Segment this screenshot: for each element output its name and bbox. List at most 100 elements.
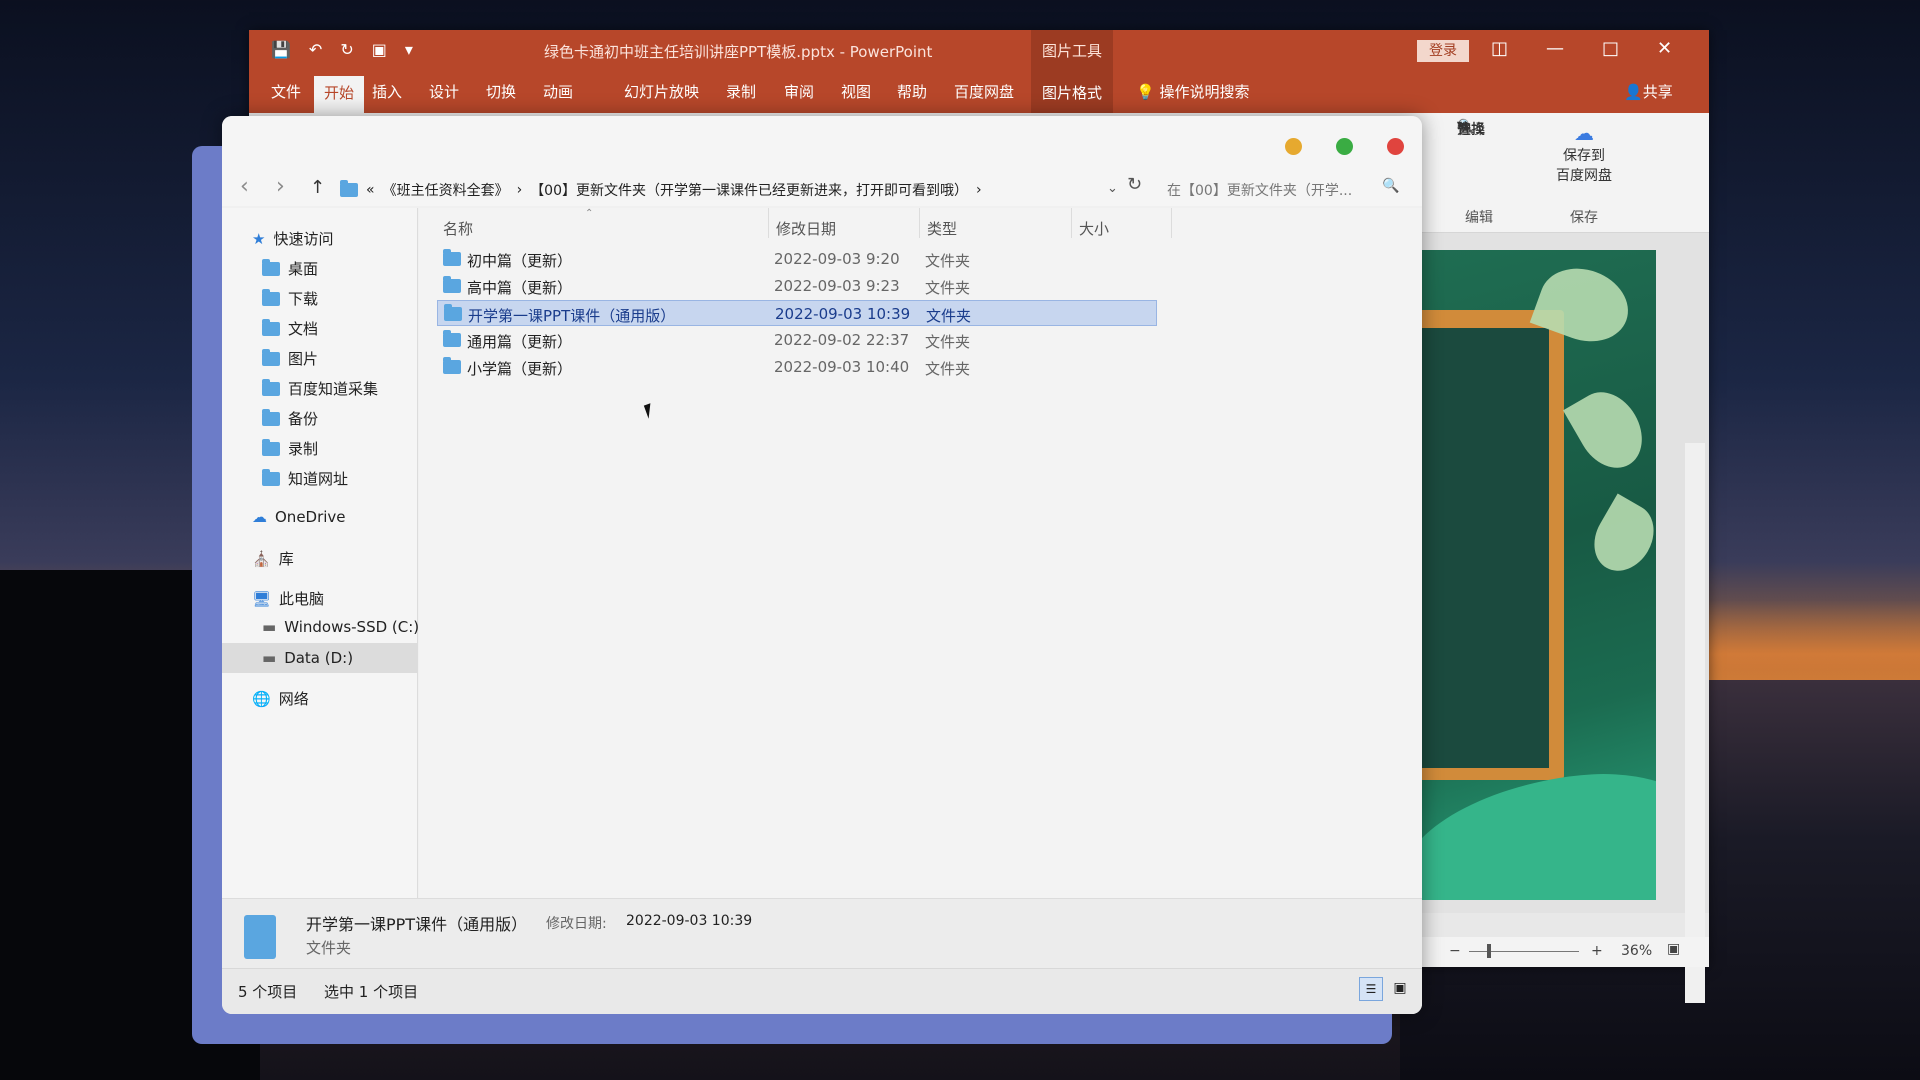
presenter-icon[interactable]: ▣: [372, 40, 387, 59]
details-date: 2022-09-03 10:39: [626, 913, 753, 929]
explorer-statusbar: 5 个项目 选中 1 个项目 ☰ ▣: [222, 968, 1422, 1014]
tab-slideshow[interactable]: 幻灯片放映: [624, 81, 699, 102]
select-button[interactable]: ↖ 选择 ▾: [1457, 115, 1920, 143]
save-to-baidu-button[interactable]: ☁ 保存到 百度网盘: [1544, 115, 1624, 185]
cloud-icon: ☁: [252, 508, 267, 526]
sidebar-item-drive-c[interactable]: ▬ Windows-SSD (C:): [262, 618, 419, 636]
zoom-slider-thumb[interactable]: [1487, 944, 1491, 958]
redo-icon[interactable]: ↻: [340, 40, 353, 59]
sidebar-item-recording[interactable]: 录制: [262, 438, 318, 459]
table-row[interactable]: 通用篇（更新） 2022-09-02 22:37 文件夹: [437, 327, 1157, 353]
up-arrow-icon[interactable]: ↑: [310, 177, 325, 198]
file-date: 2022-09-03 10:39: [775, 305, 911, 323]
sidebar-item-library[interactable]: ⛪ 库: [252, 548, 294, 569]
sidebar-item-backup[interactable]: 备份: [262, 408, 318, 429]
column-divider[interactable]: [1171, 208, 1172, 238]
file-date: 2022-09-03 9:20: [774, 250, 900, 268]
table-row[interactable]: 小学篇（更新） 2022-09-03 10:40 文件夹: [437, 354, 1157, 380]
address-bar: ‹ › ↑ « 《班主任资料全套》 › 【00】更新文件夹（开学第一课课件已经更…: [222, 174, 1422, 208]
column-header-date[interactable]: 修改日期: [776, 218, 836, 239]
close-icon[interactable]: ✕: [1657, 38, 1672, 59]
share-label: 共享: [1642, 83, 1673, 101]
tab-design[interactable]: 设计: [429, 81, 459, 102]
minimize-button[interactable]: [1285, 138, 1302, 155]
breadcrumb-separator[interactable]: ›: [517, 182, 523, 198]
tab-record[interactable]: 录制: [726, 81, 756, 102]
slide-canvas[interactable]: [1419, 250, 1656, 900]
undo-icon[interactable]: ↶: [309, 40, 322, 59]
sidebar-item-zhidao-urls[interactable]: 知道网址: [262, 468, 348, 489]
sidebar-item-network[interactable]: 🌐 网络: [252, 688, 309, 709]
sidebar-item-downloads[interactable]: 下载📌: [262, 288, 441, 309]
details-name: 开学第一课PPT课件（通用版）: [306, 915, 528, 934]
column-header-type[interactable]: 类型: [927, 218, 957, 239]
breadcrumb-item[interactable]: 《班主任资料全套》: [383, 180, 509, 200]
column-divider[interactable]: [919, 208, 920, 238]
sidebar-item-documents[interactable]: 文档📌: [262, 318, 441, 339]
zoom-level[interactable]: 36%: [1621, 943, 1652, 959]
forward-arrow-icon[interactable]: ›: [276, 174, 285, 199]
zoom-slider[interactable]: [1469, 951, 1579, 952]
history-dropdown-icon[interactable]: ⌄: [1107, 181, 1118, 196]
window-controls: [1285, 138, 1404, 155]
table-row[interactable]: 初中篇（更新） 2022-09-03 9:20 文件夹: [437, 246, 1157, 272]
file-name: 通用篇（更新）: [467, 333, 573, 351]
maximize-icon[interactable]: □: [1602, 38, 1619, 59]
fit-slide-icon[interactable]: ▣: [1667, 941, 1680, 957]
drive-icon: ▬: [262, 649, 277, 667]
sidebar-item-this-pc[interactable]: 🖥 此电脑: [252, 588, 324, 609]
window-controls: ◫ — □ ✕: [1491, 38, 1672, 59]
column-divider[interactable]: [768, 208, 769, 238]
tab-transitions[interactable]: 切换: [486, 81, 516, 102]
sidebar-item-desktop[interactable]: 桌面📌: [262, 258, 441, 279]
tab-insert[interactable]: 插入: [372, 81, 402, 102]
column-header-name[interactable]: 名称: [443, 218, 473, 239]
file-type: 文件夹: [926, 307, 972, 325]
ribbon-display-options-icon[interactable]: ◫: [1491, 38, 1508, 59]
login-button[interactable]: 登录: [1417, 40, 1469, 62]
editing-group-label: 编辑: [1465, 210, 1493, 226]
search-icon[interactable]: 🔍: [1382, 178, 1399, 194]
share-button[interactable]: 👤共享: [1624, 81, 1673, 102]
tab-animations[interactable]: 动画: [543, 81, 573, 102]
breadcrumb-item[interactable]: 【00】更新文件夹（开学第一课课件已经更新进来，打开即可看到哦）: [530, 180, 968, 200]
zoom-out-icon[interactable]: −: [1449, 943, 1461, 959]
tab-review[interactable]: 审阅: [784, 81, 814, 102]
zoom-in-icon[interactable]: +: [1591, 943, 1603, 959]
slide-scrollbar[interactable]: [1685, 443, 1705, 1003]
back-arrow-icon[interactable]: ‹: [240, 174, 249, 199]
customize-qat-icon[interactable]: ▾: [405, 40, 413, 59]
close-button[interactable]: [1387, 138, 1404, 155]
column-divider[interactable]: [1071, 208, 1072, 238]
tab-home[interactable]: 开始: [314, 76, 365, 113]
tab-view[interactable]: 视图: [841, 81, 871, 102]
file-name: 高中篇（更新）: [467, 279, 573, 297]
save-icon[interactable]: 💾: [271, 40, 291, 59]
large-icons-view-icon[interactable]: ▣: [1388, 977, 1412, 1001]
tab-help[interactable]: 帮助: [897, 81, 927, 102]
chevron-down-icon: ▾: [1457, 119, 1463, 130]
sidebar-item-onedrive[interactable]: ☁ OneDrive: [252, 508, 346, 526]
details-view-icon[interactable]: ☰: [1359, 977, 1383, 1001]
breadcrumb-separator[interactable]: ›: [976, 182, 982, 198]
tab-file[interactable]: 文件: [271, 81, 301, 102]
folder-icon: [444, 304, 462, 321]
search-input[interactable]: 在【00】更新文件夹（开学...: [1167, 180, 1352, 200]
tell-me-search[interactable]: 💡 操作说明搜索: [1136, 81, 1249, 102]
refresh-icon[interactable]: ↻: [1127, 174, 1142, 195]
tab-baidu-netdisk[interactable]: 百度网盘: [954, 81, 1014, 102]
breadcrumb-overflow[interactable]: «: [366, 182, 375, 198]
sidebar-item-pictures[interactable]: 图片📌: [262, 348, 441, 369]
file-list: 名称 ⌃ 修改日期 类型 大小 初中篇（更新） 2022-09-03 9:20 …: [419, 208, 1422, 898]
sidebar-item-drive-d[interactable]: ▬ Data (D:): [222, 643, 417, 673]
table-row-selected[interactable]: 开学第一课PPT课件（通用版） 2022-09-03 10:39 文件夹: [437, 300, 1157, 326]
maximize-button[interactable]: [1336, 138, 1353, 155]
minimize-icon[interactable]: —: [1546, 38, 1564, 59]
table-row[interactable]: 高中篇（更新） 2022-09-03 9:23 文件夹: [437, 273, 1157, 299]
sidebar-item-label: 库: [278, 550, 294, 568]
sidebar-item-baidu-collect[interactable]: 百度知道采集: [262, 378, 378, 399]
tab-picture-format[interactable]: 图片格式: [1031, 70, 1114, 113]
column-header-row: 名称 ⌃ 修改日期 类型 大小: [419, 208, 1422, 242]
sidebar-item-quick-access[interactable]: ★ 快速访问: [252, 228, 333, 249]
column-header-size[interactable]: 大小: [1079, 218, 1109, 239]
